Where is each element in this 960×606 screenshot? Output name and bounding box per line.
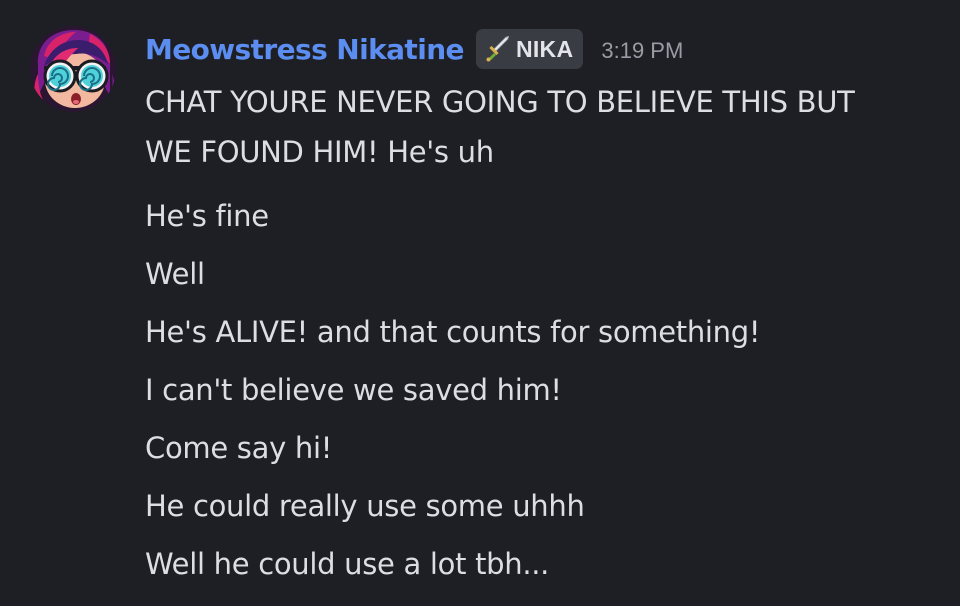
message-line: CHAT YOURE NEVER GOING TO BELIEVE THIS B…: [145, 85, 855, 169]
message-content: CHAT YOURE NEVER GOING TO BELIEVE THIS B…: [145, 77, 945, 583]
message-line: He's ALIVE! and that counts for somethin…: [145, 315, 761, 349]
avatar-cartoon-cat-girl-icon: [30, 26, 116, 112]
message-timestamp[interactable]: 3:19 PM: [601, 34, 683, 64]
message-line: Well: [145, 257, 205, 291]
sword-icon: [484, 35, 512, 63]
server-tag-label: NIKA: [515, 35, 574, 62]
message-line: Come say hi!: [145, 431, 333, 465]
message-line: He's fine: [145, 199, 269, 233]
server-tag-badge[interactable]: NIKA: [475, 29, 584, 69]
chat-message: Meowstress Nikatine NIKA 3:19 PM CHAT YO…: [0, 0, 960, 606]
message-line: He could really use some uhhh: [145, 489, 585, 523]
message-line: Well he could use a lot tbh...: [145, 547, 550, 581]
avatar[interactable]: [30, 26, 116, 112]
message-line: I can't believe we saved him!: [145, 373, 562, 407]
author-name[interactable]: Meowstress Nikatine: [145, 33, 465, 66]
message-header: Meowstress Nikatine NIKA 3:19 PM: [145, 27, 683, 71]
